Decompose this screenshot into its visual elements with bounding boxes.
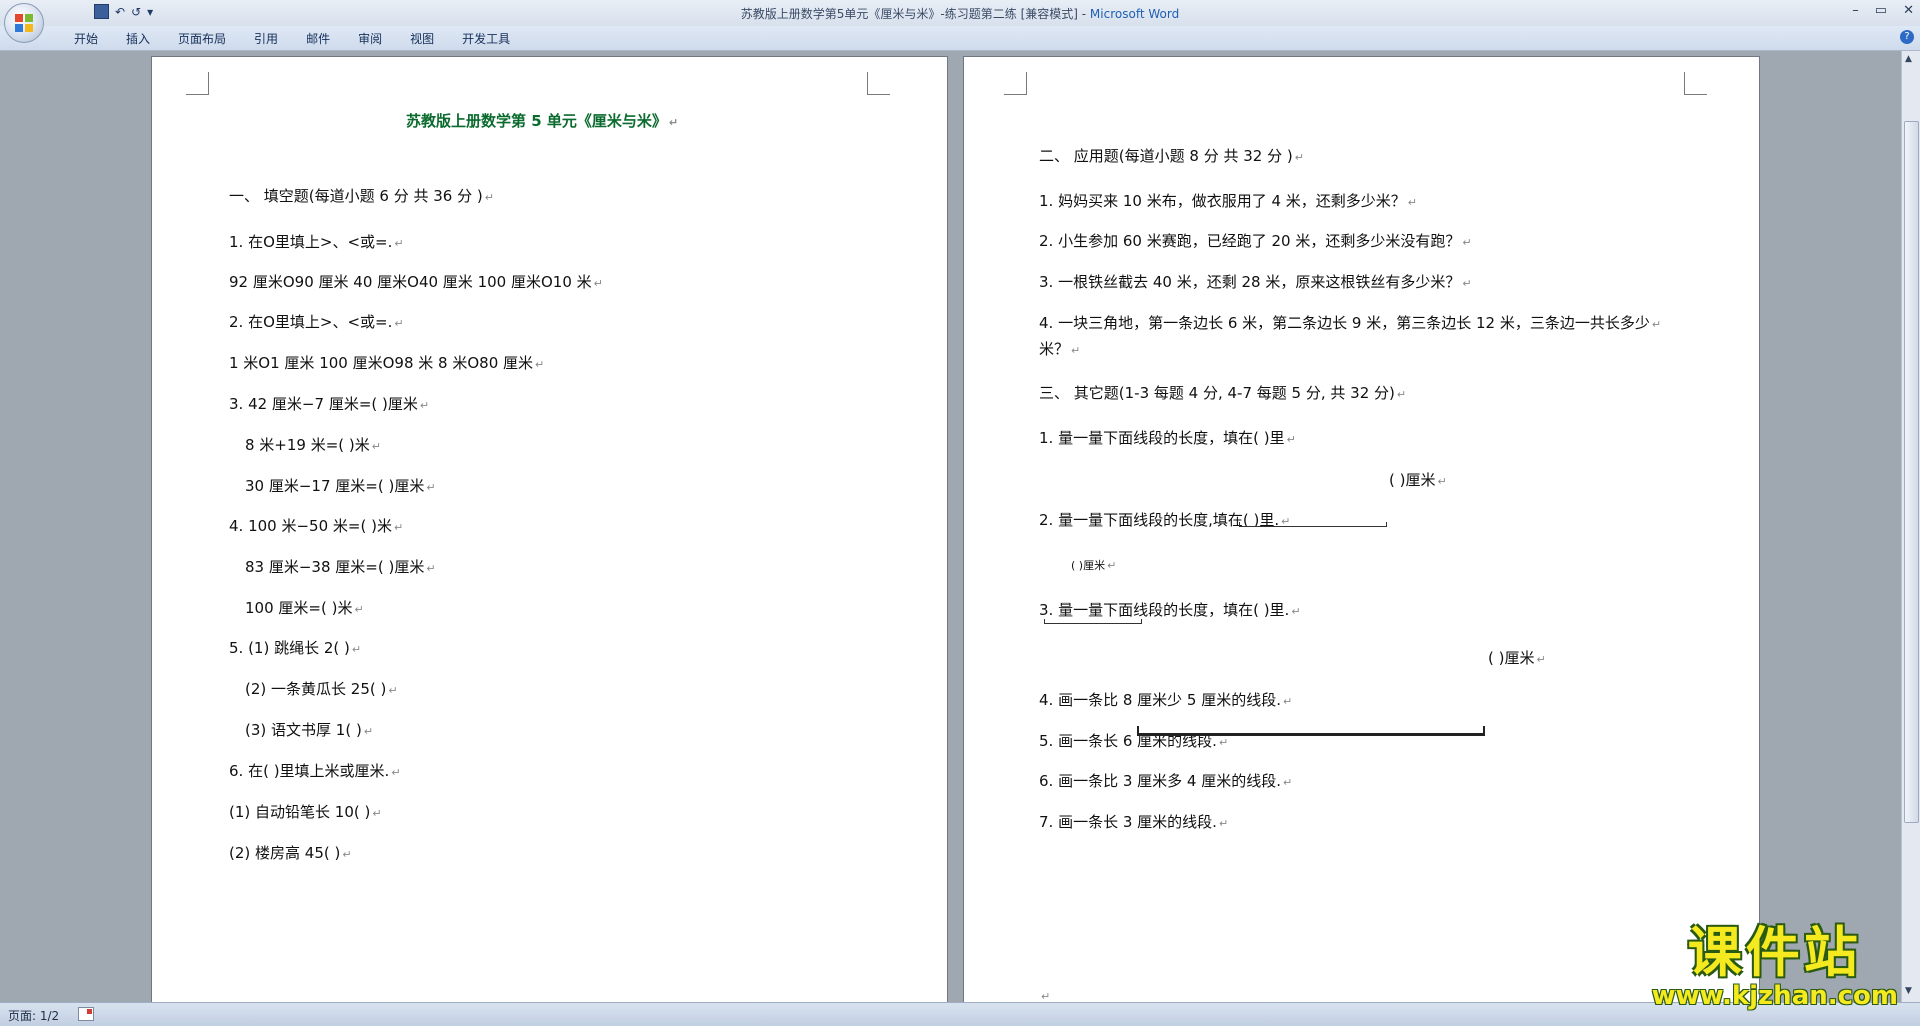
office-logo-icon: [15, 14, 33, 32]
document-line: 4. 画一条比 8 厘米少 5 厘米的线段. ↵: [1039, 691, 1293, 709]
office-button[interactable]: [4, 3, 44, 43]
document-line: 7. 画一条长 3 厘米的线段. ↵: [1039, 813, 1229, 831]
document-line: (2) 楼房高 45( ) ↵: [229, 844, 352, 862]
ribbon-tab[interactable]: 开发工具: [448, 30, 524, 47]
document-line: 83 厘米−38 厘米=( )厘米 ↵: [245, 558, 436, 576]
document-line: 3. 一根铁丝截去 40 米，还剩 28 米，原来这根铁丝有多少米？ ↵: [1039, 273, 1472, 291]
ribbon-tabs: 开始 插入 页面布局 引用 邮件 审阅 视图 开发工具: [60, 30, 524, 47]
minimize-button[interactable]: –: [1852, 3, 1859, 18]
document-title: 苏教版上册数学第5单元《厘米与米》-练习题第二练 [兼容模式]: [740, 7, 1078, 21]
document-line: 4. 100 米−50 米=( )米 ↵: [229, 517, 404, 535]
watermark-text: 课件站: [1687, 921, 1862, 984]
line-segment-2: [1044, 619, 1142, 624]
ribbon-tab[interactable]: 审阅: [344, 30, 396, 47]
help-icon[interactable]: ?: [1900, 30, 1914, 44]
proofing-icon[interactable]: [78, 1007, 94, 1021]
document-line: 30 厘米−17 厘米=( )厘米 ↵: [245, 477, 436, 495]
document-line: 2. 在O里填上>、<或=. ↵: [229, 313, 404, 331]
document-line: 5. (1) 跳绳长 2( ) ↵: [229, 639, 362, 657]
ribbon-tab[interactable]: 视图: [396, 30, 448, 47]
document-line: (1) 自动铅笔长 10( ) ↵: [229, 803, 382, 821]
document-line: ( )厘米 ↵: [1071, 559, 1117, 572]
document-line: 92 厘米O90 厘米 40 厘米O40 厘米 100 厘米O10 米 ↵: [229, 273, 603, 291]
document-line: (3) 语文书厚 1( ) ↵: [245, 721, 374, 739]
scroll-up-icon[interactable]: ▲: [1905, 54, 1912, 64]
document-line: 100 厘米=( )米 ↵: [245, 599, 364, 617]
ribbon-tab[interactable]: 插入: [112, 30, 164, 47]
document-line: 3. 量一量下面线段的长度，填在( )里. ↵: [1039, 601, 1301, 619]
document-area: 苏教版上册数学第 5 单元《厘米与米》 ↵ 一、 填空题(每道小题 6 分 共 3…: [0, 51, 1902, 1002]
title-bar: ↶ ↺ ▾ 苏教版上册数学第5单元《厘米与米》-练习题第二练 [兼容模式] - …: [0, 0, 1920, 27]
document-line: 1 米O1 厘米 100 厘米O98 米 8 米O80 厘米 ↵: [229, 354, 545, 372]
scroll-down-icon[interactable]: ▼: [1905, 986, 1912, 996]
document-title-heading: 苏教版上册数学第 5 单元《厘米与米》 ↵: [406, 112, 679, 130]
paragraph-mark: ↵: [1041, 990, 1051, 1002]
watermark-logo: 课件站 www.kjzhan.com: [1651, 921, 1898, 1012]
window-controls: – ▭ ✕: [1852, 3, 1914, 18]
crop-mark: [867, 72, 890, 95]
crop-mark: [1004, 72, 1027, 95]
page-indicator[interactable]: 页面: 1/2: [8, 1007, 59, 1024]
document-page-1[interactable]: 苏教版上册数学第 5 单元《厘米与米》 ↵ 一、 填空题(每道小题 6 分 共 3…: [151, 56, 948, 1002]
ribbon-tab[interactable]: 开始: [60, 30, 112, 47]
app-name: Microsoft Word: [1089, 7, 1180, 21]
title-separator: -: [1077, 7, 1090, 21]
line-segment-1: [1239, 522, 1387, 527]
document-line: 二、 应用题(每道小题 8 分 共 32 分 ) ↵: [1039, 147, 1304, 165]
document-line: 1. 量一量下面线段的长度，填在( )里 ↵: [1039, 429, 1296, 447]
document-page-2[interactable]: 二、 应用题(每道小题 8 分 共 32 分 ) ↵ 1. 妈妈买来 10 米布，做…: [963, 56, 1760, 1002]
close-button[interactable]: ✕: [1903, 3, 1914, 18]
ribbon-tab[interactable]: 页面布局: [164, 30, 240, 47]
document-line: ( )厘米 ↵: [1389, 471, 1447, 489]
ribbon-tab[interactable]: 邮件: [292, 30, 344, 47]
line-segment-3: [1137, 726, 1485, 736]
scroll-thumb[interactable]: [1904, 121, 1919, 823]
status-bar: 页面: 1/2: [0, 1002, 1920, 1026]
crop-mark: [186, 72, 209, 95]
document-line: 4. 一块三角地，第一条边长 6 米，第二条边长 9 米，第三条边长 12 米，…: [1039, 314, 1662, 332]
document-line: 3. 42 厘米−7 厘米=( )厘米 ↵: [229, 395, 430, 413]
document-line: (2) 一条黄瓜长 25( ) ↵: [245, 680, 398, 698]
document-line: 6. 画一条比 3 厘米多 4 厘米的线段. ↵: [1039, 772, 1293, 790]
ribbon-tabs-bar: 开始 插入 页面布局 引用 邮件 审阅 视图 开发工具 ?: [0, 26, 1920, 51]
vertical-scrollbar[interactable]: ▲ ▼: [1901, 51, 1920, 1002]
document-line: 1. 在O里填上>、<或=. ↵: [229, 233, 404, 251]
ribbon-tab[interactable]: 引用: [240, 30, 292, 47]
watermark-url: www.kjzhan.com: [1651, 981, 1898, 1011]
document-line: ( )厘米 ↵: [1488, 649, 1546, 667]
document-line: 1. 妈妈买来 10 米布，做衣服用了 4 米，还剩多少米？ ↵: [1039, 192, 1418, 210]
crop-mark: [1684, 72, 1707, 95]
document-line: 三、 其它题(1-3 每题 4 分, 4-7 每题 5 分, 共 32 分) ↵: [1039, 384, 1407, 402]
window-title: 苏教版上册数学第5单元《厘米与米》-练习题第二练 [兼容模式] - Micros…: [0, 5, 1920, 22]
document-line: 8 米+19 米=( )米 ↵: [245, 436, 381, 454]
document-line: 6. 在( )里填上米或厘米. ↵: [229, 762, 401, 780]
maximize-button[interactable]: ▭: [1875, 3, 1887, 18]
document-line: 米？ ↵: [1039, 340, 1081, 358]
document-line: 一、 填空题(每道小题 6 分 共 36 分 ) ↵: [229, 187, 494, 205]
document-line: 2. 小生参加 60 米赛跑，已经跑了 20 米，还剩多少米没有跑？ ↵: [1039, 232, 1472, 250]
